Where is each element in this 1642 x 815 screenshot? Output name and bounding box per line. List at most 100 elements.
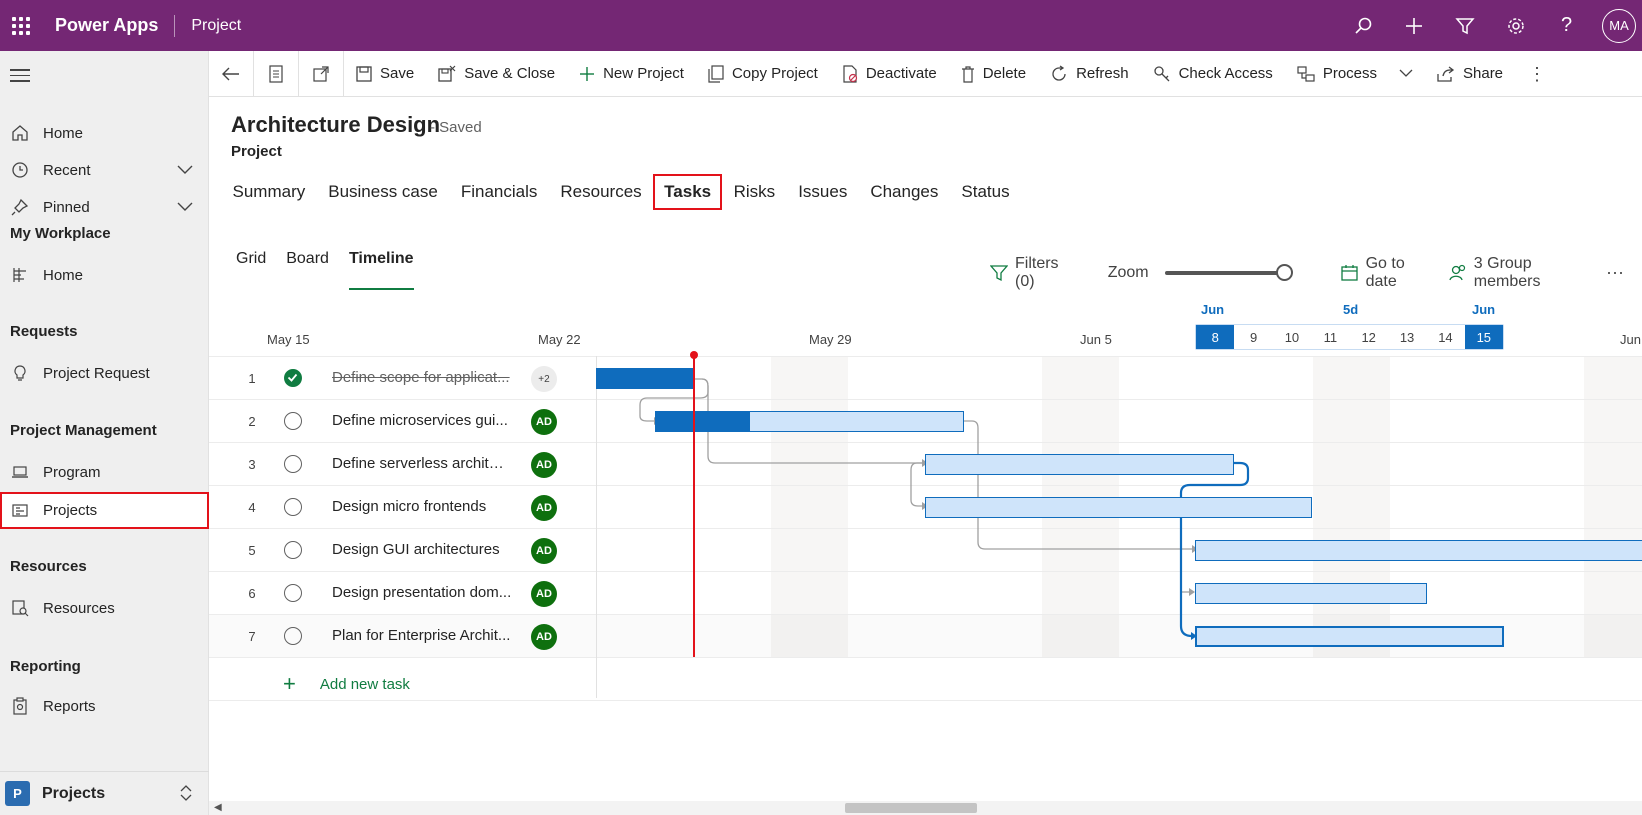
sidebar-item-resources[interactable]: Resources — [0, 590, 209, 626]
tab-summary[interactable]: Summary — [221, 174, 317, 210]
day-cell[interactable]: 11 — [1311, 325, 1349, 349]
help-button[interactable]: ? — [1541, 0, 1592, 51]
selected-date-range[interactable]: 8 9 10 11 12 13 14 15 — [1195, 324, 1504, 350]
task-bar[interactable] — [925, 497, 1312, 518]
day-cell[interactable]: 8 — [1196, 325, 1235, 349]
completion-circle-icon[interactable] — [284, 455, 302, 473]
sidebar-item-projects[interactable]: Projects — [0, 492, 209, 529]
sidebar-item-workplace-home[interactable]: Home — [0, 257, 209, 293]
horizontal-scrollbar[interactable]: ◀ — [209, 801, 1642, 815]
tab-resources[interactable]: Resources — [549, 174, 653, 210]
settings-button[interactable] — [1490, 0, 1541, 51]
sidebar-item-pinned[interactable]: Pinned — [0, 189, 209, 225]
sidebar-item-program[interactable]: Program — [0, 454, 209, 490]
completed-check-icon[interactable] — [284, 369, 302, 387]
day-cell[interactable]: 14 — [1426, 325, 1464, 349]
zoom-slider-thumb[interactable] — [1275, 264, 1293, 281]
open-new-window-button[interactable] — [299, 51, 343, 97]
assignee-avatar[interactable]: AD — [531, 409, 557, 435]
sidebar-item-project-request[interactable]: Project Request — [0, 355, 209, 391]
task-bar[interactable] — [655, 411, 964, 432]
sidebar-item-home[interactable]: Home — [0, 115, 209, 151]
day-cell[interactable]: 15 — [1464, 325, 1503, 349]
day-cell[interactable]: 13 — [1388, 325, 1426, 349]
scroll-left-arrow-icon[interactable]: ◀ — [214, 802, 222, 813]
group-members-button[interactable]: 3 Group members — [1449, 255, 1588, 291]
task-row[interactable]: 1 Define scope for applicat... +2 — [209, 356, 1642, 399]
chevron-down-icon[interactable] — [1399, 69, 1413, 78]
completion-circle-icon[interactable] — [284, 627, 302, 645]
chevron-down-icon[interactable] — [177, 199, 193, 216]
completion-circle-icon[interactable] — [284, 584, 302, 602]
view-grid[interactable]: Grid — [236, 250, 266, 290]
save-button[interactable]: Save — [344, 51, 426, 97]
task-name[interactable]: Define scope for applicat... — [332, 369, 512, 386]
app-launcher-button[interactable] — [0, 0, 42, 51]
day-cell[interactable]: 12 — [1350, 325, 1388, 349]
zoom-slider[interactable] — [1164, 264, 1293, 281]
scrollbar-thumb[interactable] — [845, 803, 977, 813]
search-button[interactable] — [1337, 0, 1388, 51]
check-access-button[interactable]: Check Access — [1141, 51, 1285, 97]
completion-circle-icon[interactable] — [284, 412, 302, 430]
area-name[interactable]: Project — [191, 17, 241, 35]
tab-business-case[interactable]: Business case — [317, 174, 450, 210]
tab-changes[interactable]: Changes — [859, 174, 950, 210]
user-avatar[interactable]: MA — [1602, 8, 1636, 43]
task-name[interactable]: Define microservices gui... — [332, 412, 512, 429]
form-view-button[interactable] — [254, 51, 298, 97]
day-cell[interactable]: 10 — [1273, 325, 1311, 349]
task-name[interactable]: Plan for Enterprise Archit... — [332, 627, 512, 644]
chevron-down-icon[interactable] — [177, 162, 193, 179]
share-button[interactable]: Share — [1425, 51, 1515, 97]
task-bar[interactable] — [1195, 583, 1427, 604]
task-name[interactable]: Design GUI architectures — [332, 541, 512, 558]
sidebar-item-reports[interactable]: Reports — [0, 688, 209, 724]
task-bar[interactable] — [925, 454, 1234, 475]
filters-button[interactable]: Filters (0) — [990, 255, 1074, 291]
waffle-icon — [12, 16, 30, 35]
go-to-date-button[interactable]: Go to date — [1340, 255, 1431, 291]
task-name[interactable]: Design presentation dom... — [332, 584, 512, 601]
tab-tasks[interactable]: Tasks — [653, 174, 723, 210]
new-button[interactable] — [1388, 0, 1439, 51]
document-icon — [269, 64, 283, 83]
more-options-button[interactable]: ⋯ — [1606, 263, 1624, 284]
tab-issues[interactable]: Issues — [787, 174, 859, 210]
tab-risks[interactable]: Risks — [722, 174, 787, 210]
add-new-task-button[interactable]: + Add new task — [283, 671, 410, 697]
assignee-avatar[interactable]: AD — [531, 452, 557, 478]
assignee-avatar[interactable]: AD — [531, 581, 557, 607]
view-board[interactable]: Board — [286, 250, 329, 290]
area-switcher[interactable]: P Projects — [0, 771, 209, 815]
hamburger-menu-icon[interactable] — [10, 69, 30, 86]
sidebar-item-recent[interactable]: Recent — [0, 152, 209, 188]
assignee-avatar[interactable]: AD — [531, 624, 557, 650]
task-bar[interactable] — [1195, 540, 1642, 561]
more-commands-button[interactable]: ⋮ — [1515, 51, 1559, 97]
task-name[interactable]: Define serverless architec... — [332, 455, 512, 472]
deactivate-button[interactable]: Deactivate — [830, 51, 949, 97]
save-close-button[interactable]: Save & Close — [426, 51, 567, 97]
completion-circle-icon[interactable] — [284, 498, 302, 516]
view-timeline[interactable]: Timeline — [348, 250, 414, 290]
task-row[interactable]: 6 Design presentation dom... AD — [209, 571, 1642, 614]
new-project-button[interactable]: New Project — [567, 51, 696, 97]
delete-button[interactable]: Delete — [949, 51, 1038, 97]
app-name[interactable]: Power Apps — [55, 15, 158, 36]
tab-financials[interactable]: Financials — [449, 174, 549, 210]
assignee-avatar[interactable]: +2 — [531, 366, 557, 392]
assignee-avatar[interactable]: AD — [531, 538, 557, 564]
assignee-avatar[interactable]: AD — [531, 495, 557, 521]
back-button[interactable] — [209, 51, 253, 97]
tab-status[interactable]: Status — [950, 174, 1021, 210]
refresh-button[interactable]: Refresh — [1038, 51, 1141, 97]
task-name[interactable]: Design micro frontends — [332, 498, 512, 515]
task-bar-selected[interactable] — [1195, 626, 1504, 647]
filter-button[interactable] — [1439, 0, 1490, 51]
task-bar[interactable] — [596, 368, 693, 389]
completion-circle-icon[interactable] — [284, 541, 302, 559]
day-cell[interactable]: 9 — [1234, 325, 1272, 349]
copy-project-button[interactable]: Copy Project — [696, 51, 830, 97]
process-button[interactable]: Process — [1285, 51, 1425, 97]
